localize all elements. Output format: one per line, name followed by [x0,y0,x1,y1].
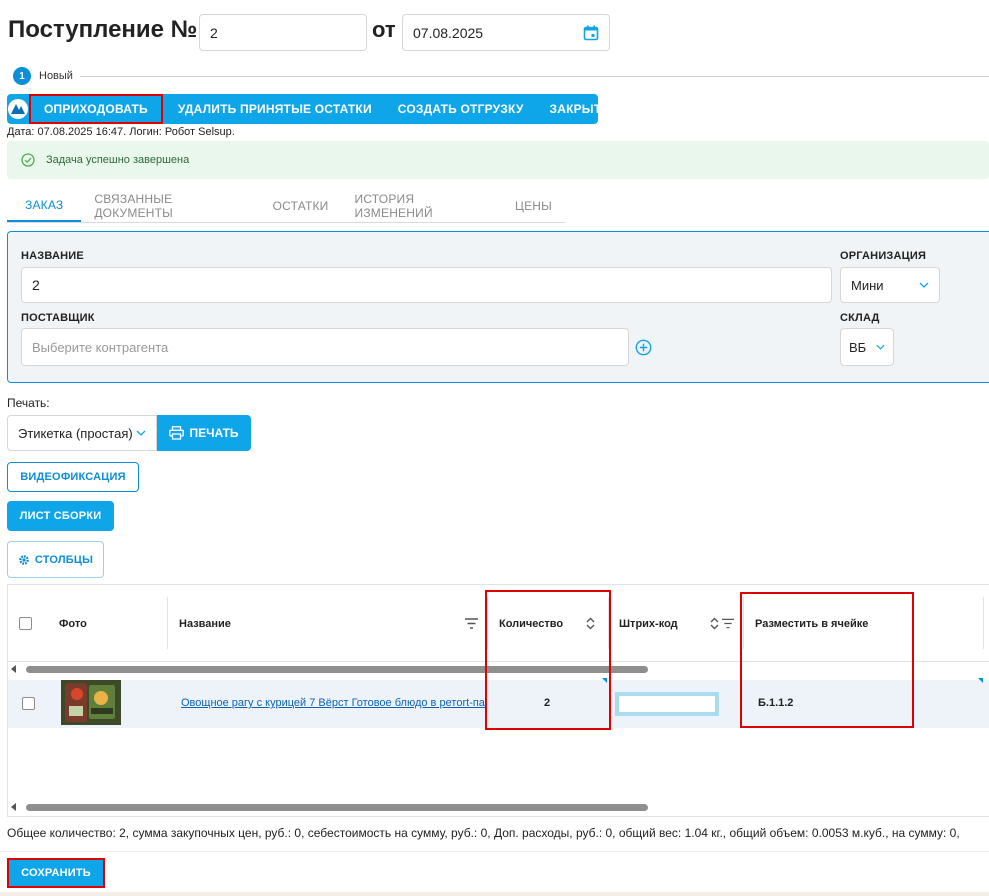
name-label: НАЗВАНИЕ [21,250,84,262]
filter-icon[interactable] [722,618,734,629]
status-step-number: 1 [13,67,31,85]
add-supplier-icon[interactable] [635,339,652,356]
bottom-strip [0,892,989,896]
date-from-label: от [372,17,396,42]
corner-marker-icon [978,678,983,683]
print-template-select[interactable]: Этикетка (простая) [7,415,157,451]
tab-order[interactable]: ЗАКАЗ [7,189,82,222]
order-form-panel: НАЗВАНИЕ 2 ОРГАНИЗАЦИЯ Мини ПОСТАВЩИК Вы… [7,231,989,383]
supplier-label: ПОСТАВЩИК [21,312,95,324]
save-button[interactable]: СОХРАНИТЬ [7,858,105,888]
quantity-highlight [485,590,611,730]
tab-remains[interactable]: ОСТАТКИ [260,189,342,222]
organization-label: ОРГАНИЗАЦИЯ [840,250,927,262]
warehouse-select[interactable]: ВБ [840,328,894,366]
document-number-input[interactable]: 2 [199,14,367,51]
column-divider [983,597,984,649]
filter-icon[interactable] [465,618,478,629]
status-step-label: Новый [39,70,73,82]
tab-prices[interactable]: ЦЕНЫ [502,189,565,222]
chevron-down-icon [919,282,929,288]
columns-button-label: СТОЛБЦЫ [34,553,94,566]
app-logo-icon[interactable] [7,94,29,124]
product-photo[interactable] [61,680,121,725]
column-header-photo: Фото [59,617,87,630]
document-date-input[interactable]: 07.08.2025 [402,14,610,51]
tab-change-history[interactable]: ИСТОРИЯ ИЗМЕНЕНИЙ [342,189,503,222]
tab-bar: ЗАКАЗ СВЯЗАННЫЕ ДОКУМЕНТЫ ОСТАТКИ ИСТОРИ… [7,189,565,223]
select-all-checkbox[interactable] [19,617,32,630]
document-date-value: 07.08.2025 [413,24,484,41]
close-button[interactable]: ЗАКРЫТЬ [537,94,624,124]
success-alert: Задача успешно завершена [7,141,989,179]
tab-related-documents[interactable]: СВЯЗАННЫЕ ДОКУМЕНТЫ [81,189,259,222]
totals-summary: Общее количество: 2, сумма закупочных це… [7,826,960,840]
video-recording-button[interactable]: ВИДЕОФИКСАЦИЯ [7,462,139,492]
gear-icon [19,554,29,565]
columns-button[interactable]: СТОЛБЦЫ [7,541,104,578]
print-button-label: ПЕЧАТЬ [189,426,239,440]
name-value: 2 [32,277,40,293]
print-button[interactable]: ПЕЧАТЬ [157,415,251,451]
warehouse-value: ВБ [849,339,867,355]
chevron-down-icon [136,430,146,436]
print-label: Печать: [7,396,50,410]
column-header-name[interactable]: Название [179,585,231,662]
scroll-left-icon[interactable] [11,803,16,811]
document-number-value: 2 [210,24,218,41]
document-meta: Дата: 07.08.2025 16:47. Логин: Робот Sel… [7,126,235,138]
page-title: Поступление № [8,16,198,43]
row-checkbox[interactable] [22,697,35,710]
supplier-input[interactable]: Выберите контрагента [21,328,629,366]
action-toolbar: ОПРИХОДОВАТЬ УДАЛИТЬ ПРИНЯТЫЕ ОСТАТКИ СО… [7,94,610,124]
receive-button[interactable]: ОПРИХОДОВАТЬ [29,94,163,124]
organization-value: Мини [851,277,884,293]
column-divider [167,597,168,649]
barcode-input[interactable] [615,692,719,716]
calendar-icon[interactable] [583,25,599,41]
column-header-barcode[interactable]: Штрих-код [619,585,678,662]
horizontal-scrollbar-bottom[interactable] [8,801,989,813]
status-progress-line [80,76,989,77]
pick-list-button[interactable]: ЛИСТ СБОРКИ [7,501,114,531]
warehouse-label: СКЛАД [840,312,880,324]
supplier-placeholder: Выберите контрагента [32,339,169,355]
sort-icon[interactable] [710,617,719,630]
scroll-left-icon[interactable] [11,665,16,673]
product-name-link[interactable]: Овощное рагу с курицей 7 Вёрст Готовое б… [181,697,487,709]
delete-remains-button[interactable]: УДАЛИТЬ ПРИНЯТЫЕ ОСТАТКИ [165,94,385,124]
printer-icon [169,426,185,440]
chevron-down-icon [876,344,885,350]
organization-select[interactable]: Мини [840,267,940,303]
name-input[interactable]: 2 [21,267,832,303]
check-circle-icon [21,153,35,167]
cell-highlight [740,592,914,728]
success-message: Задача успешно завершена [46,154,190,166]
footer-bar [0,851,989,896]
scrollbar-thumb[interactable] [26,804,648,811]
create-shipment-button[interactable]: СОЗДАТЬ ОТГРУЗКУ [385,94,537,124]
print-template-value: Этикетка (простая) [18,425,133,441]
